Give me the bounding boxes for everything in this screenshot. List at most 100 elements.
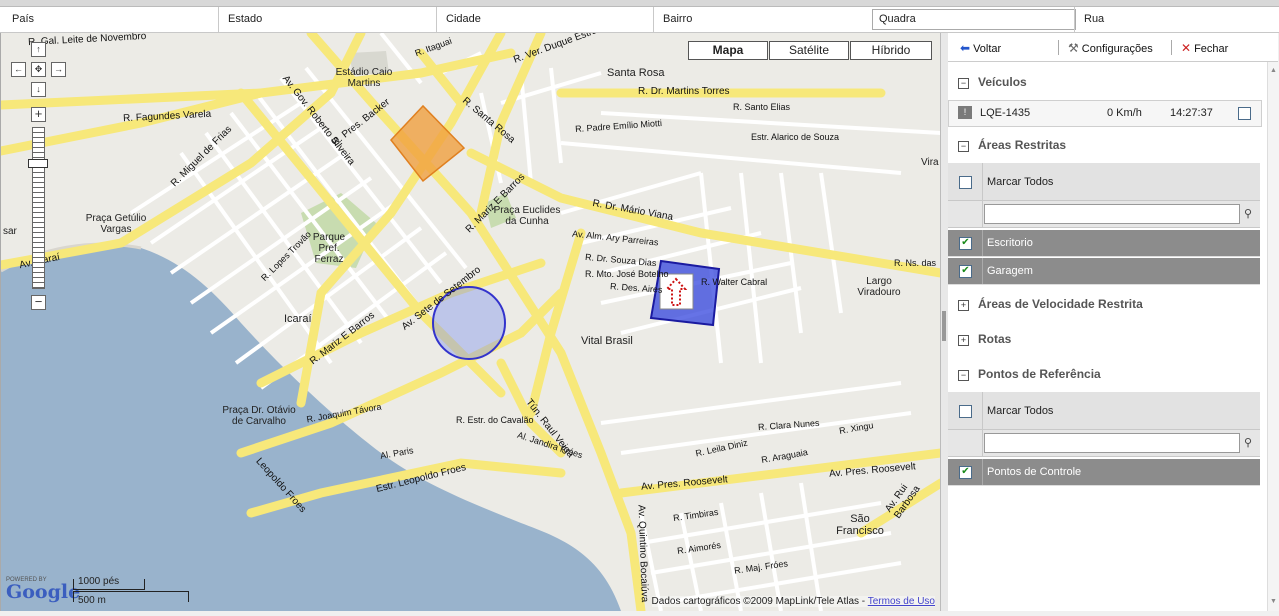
reference-points-section-header[interactable]: − Pontos de Referência	[948, 366, 1260, 386]
expand-icon[interactable]: +	[958, 300, 969, 311]
restricted-area-row[interactable]: ✔ Garagem	[948, 258, 1260, 285]
scale-m-label: 500 m	[78, 595, 106, 606]
routes-section-header[interactable]: + Rotas	[948, 331, 1260, 351]
google-logo: Google	[6, 581, 81, 603]
routes-title: Rotas	[978, 332, 1012, 346]
toolbar-separator	[1058, 40, 1059, 55]
scale-ft-label: 1000 pés	[78, 576, 120, 587]
vehicle-checkbox[interactable]	[1238, 107, 1251, 120]
side-scrollbar[interactable]: ▲ ▼	[1267, 62, 1279, 611]
collapse-icon[interactable]: −	[958, 141, 969, 152]
restricted-filter-input[interactable]	[984, 204, 1240, 224]
map-type-map-button[interactable]: Mapa	[688, 41, 768, 60]
area-name: Escritorio	[987, 237, 1033, 249]
mark-all-label: Marcar Todos	[987, 405, 1054, 417]
expand-icon[interactable]: +	[958, 335, 969, 346]
back-label: Voltar	[973, 43, 1002, 55]
restricted-areas-title: Áreas Restritas	[978, 138, 1067, 152]
restricted-area-row[interactable]: ✔ Escritorio	[948, 230, 1260, 257]
country-field[interactable]: País	[12, 7, 34, 32]
restricted-mark-all-row: Marcar Todos	[948, 163, 1260, 201]
pan-left-icon[interactable]: ←	[11, 62, 26, 77]
map-view[interactable]: R. Gal. Leite de Novembro R. Ver. Duque …	[0, 33, 941, 611]
map-copyright: Dados cartográficos ©2009 MapLink/Tele A…	[651, 596, 935, 607]
settings-button[interactable]: ⚒ Configurações	[1068, 41, 1153, 55]
scroll-up-icon[interactable]: ▲	[1268, 65, 1279, 76]
warning-icon: !	[958, 106, 972, 119]
splitter-grip[interactable]	[942, 311, 946, 341]
mark-all-checkbox[interactable]	[959, 176, 972, 189]
mark-all-label: Marcar Todos	[987, 176, 1054, 188]
map-label: sar	[3, 226, 17, 237]
pan-down-icon[interactable]: ↓	[31, 82, 46, 97]
city-field[interactable]: Cidade	[436, 7, 646, 32]
panel-splitter[interactable]	[940, 33, 948, 611]
close-button[interactable]: ✕ Fechar	[1181, 41, 1228, 55]
map-label: R. Mto. José Botelho	[585, 269, 669, 279]
back-button[interactable]: ⬅ Voltar	[960, 41, 1001, 55]
map-label: Vital Brasil	[581, 335, 633, 347]
map-label: Largo Viradouro	[857, 276, 901, 298]
map-label: Praça Dr. Otávio de Carvalho	[222, 405, 296, 427]
mark-all-checkbox[interactable]	[959, 405, 972, 418]
collapse-icon[interactable]: −	[958, 78, 969, 89]
map-type-satellite-button[interactable]: Satélite	[769, 41, 849, 60]
speed-areas-section-header[interactable]: + Áreas de Velocidade Restrita	[948, 296, 1260, 316]
pan-up-icon[interactable]: ↑	[31, 42, 46, 57]
map-label: R. Dr. Martins Torres	[638, 86, 730, 97]
scroll-down-icon[interactable]: ▼	[1268, 596, 1279, 607]
block-input[interactable]: Quadra	[872, 9, 1076, 30]
reference-point-row[interactable]: ✔ Pontos de Controle	[948, 459, 1260, 486]
map-label: Estr. Alarico de Souza	[751, 132, 840, 142]
pan-center-icon[interactable]: ✥	[31, 62, 46, 77]
mark-all-cell	[948, 392, 983, 429]
reference-checkbox[interactable]: ✔	[959, 466, 972, 479]
zoom-in-icon[interactable]: +	[31, 107, 46, 122]
map-label: R. Walter Cabral	[701, 277, 768, 287]
zoom-slider-track[interactable]	[32, 127, 45, 289]
filter-icon[interactable]: ⚲	[1244, 207, 1252, 220]
vehicle-plate: LQE-1435	[980, 107, 1031, 119]
area-checkbox[interactable]: ✔	[959, 237, 972, 250]
zoom-slider-knob[interactable]	[28, 159, 48, 168]
terms-link[interactable]: Termos de Uso	[868, 596, 935, 607]
speed-areas-title: Áreas de Velocidade Restrita	[978, 297, 1143, 311]
neighborhood-field[interactable]: Bairro	[653, 7, 863, 32]
toolbar-separator	[1171, 40, 1172, 55]
vehicles-title: Veículos	[978, 75, 1027, 89]
street-field[interactable]: Rua	[1074, 7, 1274, 32]
close-label: Fechar	[1194, 43, 1229, 55]
vehicle-row[interactable]: ! LQE-1435 0 Km/h 14:27:37	[948, 100, 1262, 127]
copyright-text: Dados cartográficos ©2009 MapLink/Tele A…	[651, 596, 866, 607]
mark-all-cell	[948, 163, 983, 200]
vehicle-speed: 0 Km/h	[1107, 107, 1142, 119]
area-checkbox[interactable]: ✔	[959, 265, 972, 278]
filter-icon[interactable]: ⚲	[1244, 436, 1252, 449]
settings-label: Configurações	[1081, 43, 1153, 55]
reference-mark-all-row: Marcar Todos	[948, 392, 1260, 430]
collapse-icon[interactable]: −	[958, 370, 969, 381]
map-label: Santa Rosa	[607, 67, 665, 79]
map-label: Vira	[921, 157, 939, 168]
vehicles-section-header[interactable]: − Veículos	[948, 74, 1260, 94]
reference-name: Pontos de Controle	[987, 466, 1082, 478]
map-label: Praça Getúlio Vargas	[85, 213, 147, 235]
restricted-areas-section-header[interactable]: − Áreas Restritas	[948, 137, 1260, 157]
map-label: R. Estr. do Cavalão	[456, 415, 534, 425]
side-toolbar: ⬅ Voltar ⚒ Configurações ✕ Fechar	[948, 33, 1278, 62]
zoom-out-icon[interactable]: −	[31, 295, 46, 310]
address-filter-bar: País Estado Cidade Bairro Quadra Rua	[0, 7, 1279, 33]
reference-filter-row: ⚲	[948, 430, 1260, 457]
area-name: Garagem	[987, 265, 1033, 277]
window-top-strip	[0, 0, 1279, 7]
map-label: Praça Euclides da Cunha	[493, 205, 561, 227]
map-label: Estádio Caio Martins	[335, 67, 393, 89]
tools-icon: ⚒	[1068, 41, 1079, 55]
map-type-hybrid-button[interactable]: Híbrido	[850, 41, 932, 60]
reference-points-title: Pontos de Referência	[978, 367, 1101, 381]
reference-filter-input[interactable]	[984, 433, 1240, 453]
side-panel: ⬅ Voltar ⚒ Configurações ✕ Fechar − Veículo…	[948, 33, 1278, 611]
filter-cell	[948, 430, 983, 456]
state-field[interactable]: Estado	[218, 7, 428, 32]
pan-right-icon[interactable]: →	[51, 62, 66, 77]
